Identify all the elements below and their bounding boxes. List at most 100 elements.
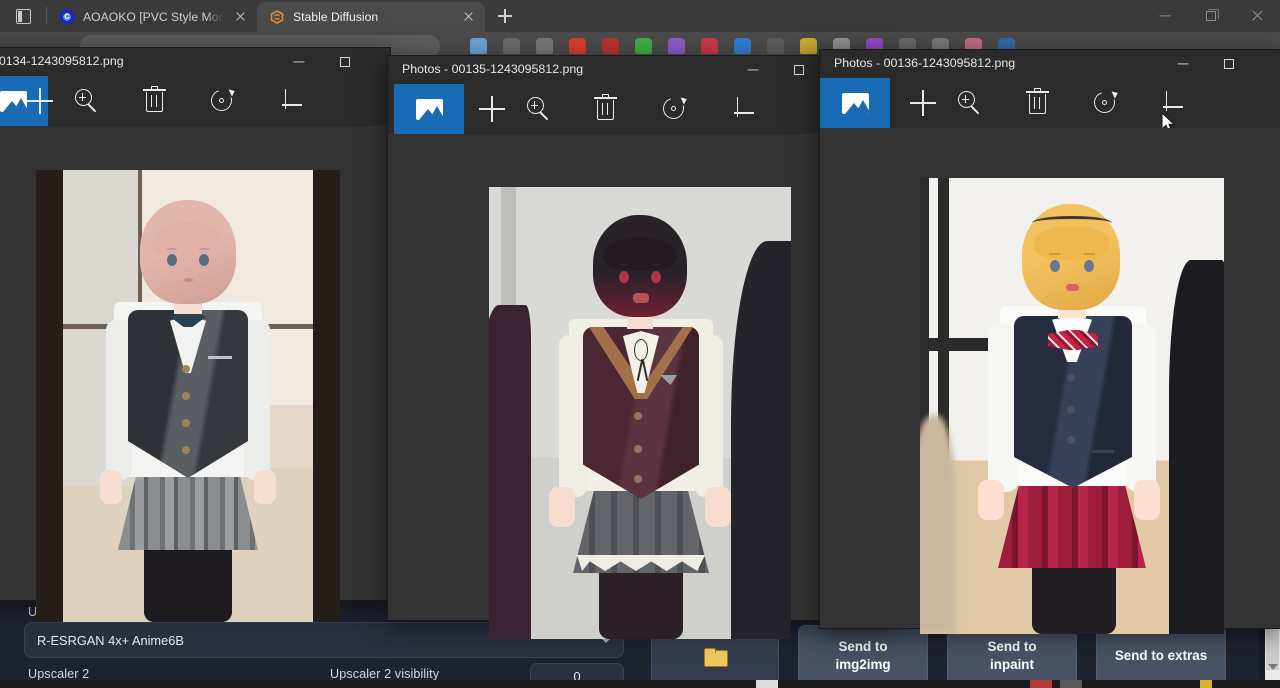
scroll-down-arrow-icon[interactable] — [1268, 664, 1278, 670]
extension-icon-1[interactable] — [470, 38, 487, 54]
send-to-img2img-label-line2: img2img — [835, 656, 890, 674]
extension-icon-2[interactable] — [503, 38, 520, 54]
rotate-button[interactable] — [646, 84, 702, 134]
photos-window-00134[interactable]: 00134-1243095812.png — [0, 48, 390, 600]
extension-icon-10[interactable] — [800, 38, 817, 54]
photos-toolbar — [388, 84, 892, 134]
browser-close-button[interactable] — [1234, 0, 1280, 32]
photos-window-title: 00134-1243095812.png — [0, 54, 124, 68]
photos-minimize-button[interactable] — [1160, 50, 1206, 78]
tab-search-icon — [16, 9, 31, 24]
extension-icon-4[interactable] — [602, 38, 619, 54]
delete-button[interactable] — [577, 84, 633, 134]
extension-icon-3[interactable] — [569, 38, 586, 54]
picture-icon — [842, 93, 869, 114]
browser-tab-stable-diffusion[interactable]: Stable Diffusion — [257, 2, 485, 32]
crop-icon — [1159, 91, 1183, 115]
photos-image-00134[interactable] — [36, 170, 340, 622]
send-to-img2img-button[interactable]: Send to img2img — [798, 625, 928, 687]
add-icon — [27, 88, 53, 114]
photos-titlebar[interactable]: 00134-1243095812.png — [0, 48, 390, 76]
delete-icon — [596, 97, 615, 121]
photos-toolbar — [0, 76, 390, 126]
generated-image-art — [489, 187, 791, 639]
photos-canvas — [388, 134, 892, 620]
rotate-button[interactable] — [1077, 78, 1133, 128]
photos-image-00136[interactable] — [920, 178, 1224, 634]
close-icon[interactable] — [231, 8, 249, 26]
zoom-button[interactable] — [59, 76, 115, 126]
photos-minimize-button[interactable] — [730, 56, 776, 84]
favorites-star-icon[interactable] — [536, 38, 553, 54]
crop-button[interactable] — [714, 84, 770, 134]
photos-window-00135[interactable]: Photos - 00135-1243095812.png — [388, 56, 892, 620]
picture-button[interactable] — [820, 78, 890, 128]
tab-search-button[interactable] — [0, 0, 46, 32]
browser-minimize-button[interactable] — [1142, 0, 1188, 32]
zoom-icon — [527, 97, 552, 122]
taskbar-item-1[interactable] — [1030, 680, 1052, 688]
add-icon — [910, 90, 936, 116]
extension-icon-5[interactable] — [635, 38, 652, 54]
browser-tab-title: AOAOKO [PVC Style Model] - PV — [83, 10, 223, 24]
crop-button[interactable] — [1143, 78, 1199, 128]
taskbar-notification-icon[interactable] — [1200, 680, 1212, 688]
zoom-button[interactable] — [942, 78, 998, 128]
folder-icon — [704, 648, 726, 665]
zoom-button[interactable] — [511, 84, 567, 134]
screen: Upscaler 1 R-ESRGAN 4x+ Anime6B Upscaler… — [0, 0, 1280, 688]
crop-icon — [730, 97, 754, 121]
picture-icon — [416, 99, 443, 120]
add-icon — [479, 96, 505, 122]
extension-icon-9[interactable] — [767, 38, 784, 54]
photos-minimize-button[interactable] — [276, 48, 322, 76]
send-to-extras-label: Send to extras — [1115, 647, 1207, 665]
send-to-img2img-label-line1: Send to — [838, 638, 887, 656]
delete-button[interactable] — [1009, 78, 1065, 128]
extension-icon-7[interactable] — [701, 38, 718, 54]
photos-canvas — [0, 126, 390, 600]
zoom-icon — [75, 89, 100, 114]
new-tab-button[interactable] — [491, 2, 519, 30]
stable-diffusion-icon — [269, 9, 285, 25]
delete-button[interactable] — [126, 76, 182, 126]
browser-window-controls — [1142, 0, 1280, 32]
upscaler-2-visibility-label: Upscaler 2 visibility — [330, 667, 439, 681]
crop-button[interactable] — [262, 76, 318, 126]
photos-image-00135[interactable] — [489, 187, 791, 639]
extension-icon-8[interactable] — [734, 38, 751, 54]
photos-titlebar[interactable]: Photos - 00136-1243095812.png — [820, 50, 1280, 78]
rotate-icon — [662, 97, 687, 122]
crop-icon — [278, 89, 302, 113]
taskbar-item-2[interactable] — [1060, 680, 1082, 688]
upscaler-2-label: Upscaler 2 — [28, 667, 89, 681]
rotate-button[interactable] — [194, 76, 250, 126]
photos-maximize-button[interactable] — [322, 48, 368, 76]
windows-taskbar[interactable] — [0, 680, 1280, 688]
browser-tabstrip: AOAOKO [PVC Style Model] - PV Stable Dif… — [0, 0, 1280, 32]
send-to-extras-button[interactable]: Send to extras — [1096, 625, 1226, 687]
zoom-icon — [958, 91, 983, 116]
taskbar-item-active[interactable] — [756, 680, 778, 688]
photos-maximize-button[interactable] — [1206, 50, 1252, 78]
send-to-inpaint-button[interactable]: Send to inpaint — [947, 625, 1077, 687]
photos-titlebar[interactable]: Photos - 00135-1243095812.png — [388, 56, 892, 84]
photos-maximize-button[interactable] — [776, 56, 822, 84]
generated-image-art — [920, 178, 1224, 634]
photos-window-title: Photos - 00136-1243095812.png — [834, 56, 1015, 70]
photos-window-title: Photos - 00135-1243095812.png — [402, 62, 583, 76]
send-to-inpaint-label-line1: Send to — [987, 638, 1036, 656]
browser-tab-title: Stable Diffusion — [293, 10, 451, 24]
photos-canvas — [820, 128, 1280, 628]
browser-maximize-button[interactable] — [1188, 0, 1234, 32]
send-to-inpaint-label-line2: inpaint — [990, 656, 1034, 674]
generated-image-art — [36, 170, 340, 622]
picture-button[interactable] — [394, 84, 464, 134]
close-icon[interactable] — [459, 8, 477, 26]
browser-tab-aoaoko[interactable]: AOAOKO [PVC Style Model] - PV — [47, 2, 257, 32]
photos-window-00136[interactable]: Photos - 00136-1243095812.png — [820, 50, 1280, 628]
delete-icon — [145, 89, 164, 113]
upscaler-1-value: R-ESRGAN 4x+ Anime6B — [37, 633, 184, 648]
photos-toolbar — [820, 78, 1280, 128]
extension-icon-6[interactable] — [668, 38, 685, 54]
